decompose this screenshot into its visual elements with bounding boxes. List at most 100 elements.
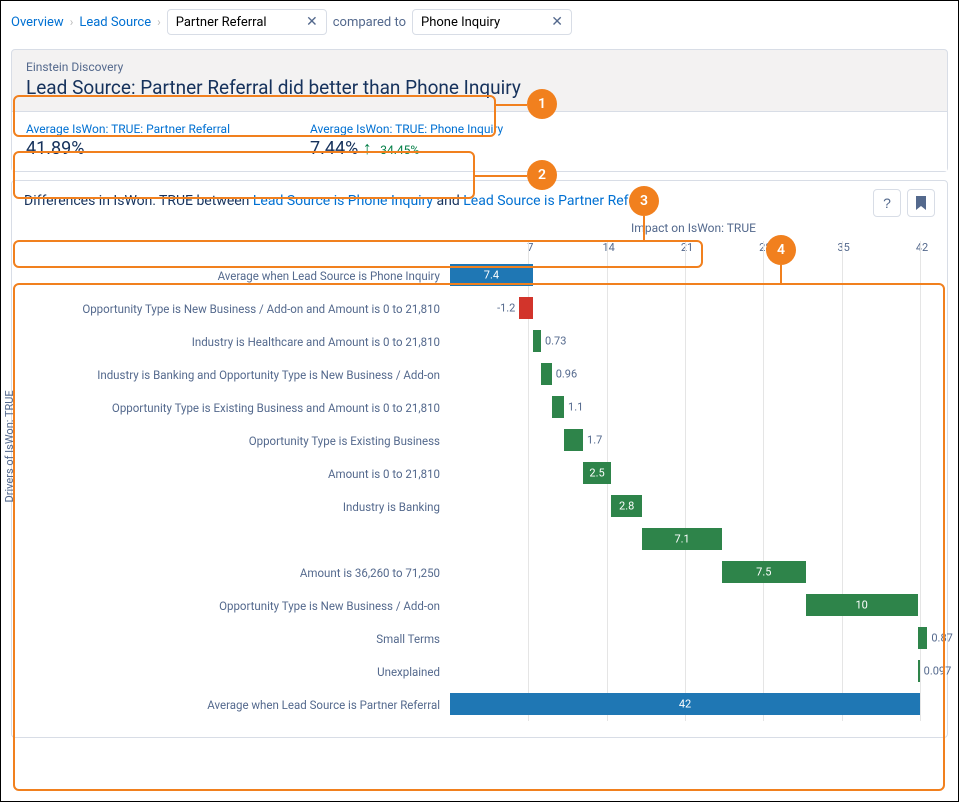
chart-bar[interactable]: 0.96 [541, 363, 552, 385]
chart-bar-value: -1.2 [497, 302, 515, 315]
chart-row: Small Terms0.87 [52, 622, 935, 655]
close-icon[interactable]: ✕ [551, 14, 563, 30]
chart-bar-value: 1.7 [587, 434, 602, 447]
chart-row: 7.1 [52, 523, 935, 556]
chart-row-label: Average when Lead Source is Partner Refe… [52, 698, 450, 712]
chart-row: Average when Lead Source is Partner Refe… [52, 688, 935, 721]
breadcrumb-overview[interactable]: Overview [11, 15, 64, 30]
chart-row-label: Industry is Banking [52, 500, 450, 514]
chart-bar-value: 2.5 [589, 467, 604, 480]
chart-row-bar-area: 42 [450, 688, 935, 721]
chart-row: Industry is Healthcare and Amount is 0 t… [52, 325, 935, 358]
chart-bar[interactable]: 42 [450, 693, 920, 715]
chart-row-label: Opportunity Type is New Business / Add-o… [52, 302, 450, 316]
callout-line-4 [780, 265, 782, 283]
chart-bar[interactable]: 7.5 [722, 561, 806, 583]
compared-to-label: compared to [333, 15, 406, 30]
differences-title: Differences in IsWon: TRUE between Lead … [24, 193, 935, 209]
chart-bar[interactable]: 1.1 [552, 396, 564, 418]
chart-bar-value: 1.1 [568, 401, 583, 414]
chart-row-label: Unexplained [52, 665, 450, 679]
breadcrumb-lead-source[interactable]: Lead Source [79, 15, 151, 30]
einstein-label: Einstein Discovery [26, 60, 933, 74]
chart-bar[interactable]: 0.87 [918, 627, 928, 649]
chart-row: Amount is 36,260 to 71,250 7.5 [52, 556, 935, 589]
chart-row-bar-area: 7.5 [450, 556, 935, 589]
chart-bar-value: 0.96 [556, 368, 577, 381]
chart-row-bar-area: 10 [450, 589, 935, 622]
chart-bar-value: 7.1 [674, 533, 689, 546]
chart-bar[interactable]: 2.5 [583, 462, 611, 484]
chart-row-bar-area: 2.8 [450, 490, 935, 523]
panel-actions: ? [873, 189, 935, 217]
callout-4: 4 [766, 235, 796, 265]
chart-row: Opportunity Type is Existing Business 1.7 [52, 424, 935, 457]
callout-line-2 [475, 175, 527, 177]
chart-bar-value: 7.5 [756, 566, 771, 579]
chart-x-ticks: 71421283542 [452, 241, 935, 259]
chart-row: Unexplained 0.097 [52, 655, 935, 688]
chart-bar[interactable]: 2.8 [611, 495, 642, 517]
chart-row-label: Opportunity Type is Existing Business [52, 434, 450, 448]
diff-link-partner[interactable]: Lead Source is Partner Referral [463, 193, 656, 209]
chart-row-bar-area: 7.1 [450, 523, 935, 556]
chart-row-label: Amount is 0 to 21,810 [52, 467, 450, 481]
stat-value: 7.44% ↑ 34.45% [310, 138, 503, 159]
breadcrumb: Overview › Lead Source › Partner Referra… [1, 1, 958, 43]
stat-value: 41.89% [26, 138, 230, 159]
filter-pill-primary[interactable]: Partner Referral ✕ [167, 9, 327, 35]
chart-row-bar-area: 0.87 [450, 622, 935, 655]
chart-row: Industry is Banking and Opportunity Type… [52, 358, 935, 391]
help-button[interactable]: ? [873, 189, 901, 217]
chart-bar[interactable]: 7.4 [450, 264, 533, 286]
diff-link-phone[interactable]: Lead Source is Phone Inquiry [253, 193, 433, 209]
callout-1: 1 [527, 89, 557, 119]
stat-delta: 34.45% [380, 143, 419, 157]
chart-row-label: Amount is 36,260 to 71,250 [52, 566, 450, 580]
summary-title: Lead Source: Partner Referral did better… [26, 76, 933, 99]
differences-panel: ? Differences in IsWon: TRUE between Lea… [11, 180, 948, 738]
callout-line-3 [643, 216, 645, 240]
chart-row-bar-area: 1.1 [450, 391, 935, 424]
chart-bar[interactable]: 7.1 [642, 528, 721, 550]
chart-row-bar-area: 0.96 [450, 358, 935, 391]
chart-bar-value: 0.73 [545, 335, 566, 348]
chart-bar[interactable]: 1.7 [564, 429, 583, 451]
chart-row-label: Industry is Healthcare and Amount is 0 t… [52, 335, 450, 349]
chart-bar-value: 0.097 [924, 665, 952, 678]
chart-row-bar-area: 0.73 [450, 325, 935, 358]
chart-row-bar-area: 2.5 [450, 457, 935, 490]
chart-y-title: Drivers of IsWon: TRUE [3, 390, 16, 502]
chart-rows: Average when Lead Source is Phone Inquir… [52, 259, 935, 721]
callout-3: 3 [629, 186, 659, 216]
chart-row-bar-area: -1.2 [450, 292, 935, 325]
callout-line-1 [496, 104, 527, 106]
chart-row-bar-area: 0.097 [450, 655, 935, 688]
callout-2: 2 [527, 160, 557, 190]
summary-panel: Einstein Discovery Lead Source: Partner … [11, 49, 948, 172]
chart-row-label: Industry is Banking and Opportunity Type… [52, 368, 450, 382]
summary-header: Einstein Discovery Lead Source: Partner … [12, 50, 947, 111]
stat-partner-referral: Average IsWon: TRUE: Partner Referral 41… [26, 122, 230, 159]
chart-row: Opportunity Type is New Business / Add-o… [52, 292, 935, 325]
filter-pill-secondary[interactable]: Phone Inquiry ✕ [412, 9, 572, 35]
x-tick: 21 [681, 241, 693, 254]
bookmark-button[interactable] [907, 189, 935, 217]
chart-bar[interactable]: 0.097 [918, 660, 920, 682]
chart-bar-value: 42 [679, 698, 691, 711]
chart-row: Opportunity Type is Existing Business an… [52, 391, 935, 424]
chart-bar[interactable]: 0.73 [533, 330, 541, 352]
x-tick: 14 [602, 241, 614, 254]
x-tick: 35 [837, 241, 849, 254]
x-tick: 42 [916, 241, 928, 254]
chevron-right-icon: › [157, 15, 161, 29]
arrow-up-icon: ↑ [363, 138, 372, 159]
diff-prefix: Differences in IsWon: TRUE between [24, 193, 253, 209]
diff-mid: and [433, 193, 463, 209]
close-icon[interactable]: ✕ [306, 14, 318, 30]
chart-row: Opportunity Type is New Business / Add-o… [52, 589, 935, 622]
chart-bar[interactable]: 10 [806, 594, 918, 616]
chart-row-label: Opportunity Type is New Business / Add-o… [52, 599, 450, 613]
chart-bar[interactable]: -1.2 [519, 297, 532, 319]
waterfall-chart: Impact on IsWon: TRUE Drivers of IsWon: … [24, 221, 935, 721]
